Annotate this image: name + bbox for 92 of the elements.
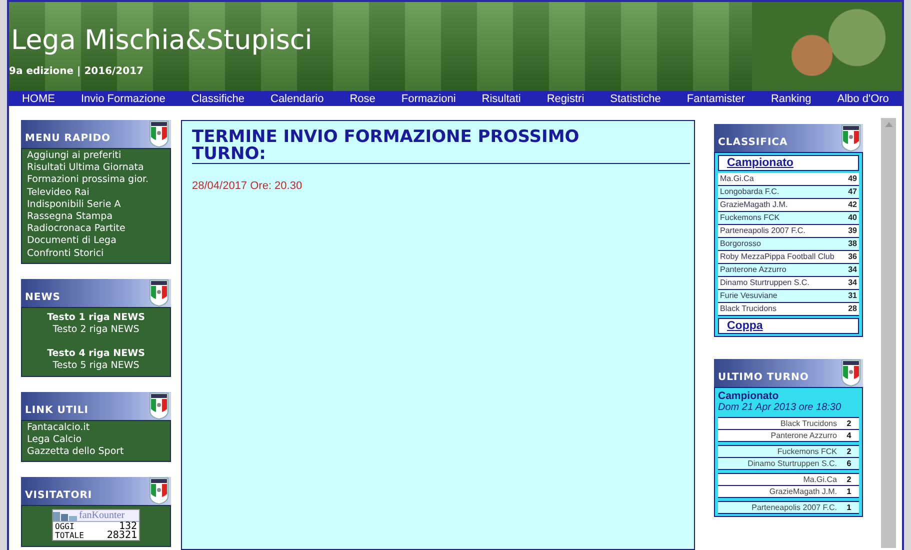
team-name: Panterone Azzurro — [720, 265, 786, 275]
standings-tab[interactable]: Campionato — [718, 155, 859, 171]
team-name: Borgorosso — [720, 239, 761, 249]
team-name: Panterone Azzurro — [770, 430, 837, 441]
team-points: 38 — [848, 239, 857, 249]
team-points: 28 — [848, 304, 857, 314]
team-points: 34 — [848, 265, 857, 275]
team-score: 2 — [846, 446, 852, 457]
team-points: 49 — [848, 174, 857, 184]
box-title: NEWS — [24, 292, 60, 305]
shield-icon — [149, 392, 169, 420]
menu-link[interactable]: Aggiungi ai preferiti — [27, 150, 165, 162]
box-title: MENU RAPIDO — [24, 133, 111, 146]
news-line: Testo 1 riga NEWS — [47, 312, 145, 324]
menu-link[interactable]: Risultati Ultima Giornata — [27, 162, 165, 174]
team-name: Dinamo Sturtruppen S.C. — [720, 278, 810, 288]
team-name: Dinamo Sturtruppen S.C. — [748, 458, 837, 469]
team-name: GrazieMagath J.M. — [769, 486, 837, 497]
deadline-text: 28/04/2017 Ore: 20.30 — [192, 180, 304, 192]
shield-icon — [841, 359, 861, 387]
menu-link[interactable]: Indisponibili Serie A — [27, 198, 165, 212]
menu-link[interactable]: Rassegna Stampa — [27, 211, 165, 224]
team-name: Ma.Gi.Ca — [720, 174, 754, 184]
buildings-icon — [53, 510, 77, 521]
team-name: Black Trucidons — [780, 418, 837, 429]
news-line: Testo 2 riga NEWS — [52, 324, 140, 336]
box-title: CLASSIFICA — [717, 137, 788, 150]
team-name: GrazieMagath J.M. — [720, 200, 788, 210]
counter-label: OGGI — [55, 522, 74, 532]
nav-link[interactable]: Fantamister — [686, 92, 745, 104]
nav-link[interactable]: Statistiche — [610, 92, 661, 104]
team-points: 42 — [848, 200, 857, 210]
site-title: Lega Mischia&Stupisci — [10, 24, 312, 58]
nav-link[interactable]: Calendario — [270, 92, 324, 104]
cup-tab[interactable]: Coppa — [718, 318, 859, 334]
team-score: 4 — [846, 430, 852, 441]
team-name: Black Trucidons — [720, 304, 776, 314]
team-points: 47 — [848, 187, 857, 197]
competition-name: Campionato — [718, 390, 780, 402]
team-score: 2 — [846, 474, 852, 485]
counter-value: 28321 — [106, 531, 137, 540]
up-arrow-icon[interactable] — [884, 122, 892, 127]
scrollbar[interactable] — [881, 118, 896, 548]
nav-link[interactable]: Ranking — [770, 92, 812, 104]
team-name: Fuckemons FCK — [720, 213, 780, 223]
menu-link[interactable]: Radiocronaca Partite — [27, 223, 165, 236]
shield-icon — [149, 278, 169, 307]
team-points: 36 — [848, 252, 857, 262]
team-points: 40 — [848, 213, 857, 223]
shield-icon — [149, 120, 169, 148]
shield-icon — [149, 477, 169, 506]
menu-link[interactable]: Formazioni prossima gior. — [27, 174, 165, 187]
team-score: 6 — [846, 458, 852, 469]
counter-value: 132 — [118, 522, 137, 532]
nav-link[interactable]: Invio Formazione — [80, 92, 166, 104]
nav-link[interactable]: Formazioni — [401, 92, 456, 104]
team-points: 31 — [848, 291, 857, 301]
menu-link[interactable]: Confronti Storici — [27, 248, 165, 260]
team-name: Parteneapolis 2007 F.C. — [752, 502, 837, 513]
nav-link[interactable]: Albo d'Oro — [837, 92, 889, 104]
team-name: Fuckemons FCK — [777, 446, 837, 457]
menu-link[interactable]: Documenti di Lega — [27, 235, 165, 248]
match-date: Dom 21 Apr 2013 ore 18:30 — [718, 402, 842, 413]
nav-link[interactable]: Registri — [546, 92, 584, 104]
external-link[interactable]: Gazzetta dello Sport — [27, 446, 165, 458]
team-score: 2 — [846, 418, 852, 429]
external-link[interactable]: Lega Calcio — [27, 434, 165, 446]
team-points: 34 — [848, 278, 857, 288]
menu-link[interactable]: Televideo Rai — [27, 186, 165, 199]
team-name: Ma.Gi.Ca — [803, 474, 837, 485]
nav-link[interactable]: Risultati — [482, 92, 521, 104]
site-subtitle: 9a edizione | 2016/2017 — [9, 66, 145, 77]
counter-brand: fanKounter — [79, 510, 125, 522]
news-line: Testo 4 riga NEWS — [47, 348, 145, 360]
deadline-heading: TERMINE INVIO FORMAZIONE PROSSIMO TURNO: — [192, 129, 690, 164]
nav-link[interactable]: Classifiche — [191, 92, 245, 104]
team-score: 1 — [846, 486, 852, 497]
box-title: LINK UTILI — [24, 404, 88, 418]
team-name: Furie Vesuviane — [720, 291, 778, 301]
nav-link[interactable]: Rose — [350, 92, 376, 104]
nav-link[interactable]: HOME — [22, 92, 55, 104]
team-points: 39 — [848, 226, 857, 236]
external-link[interactable]: Fantacalcio.it — [27, 422, 165, 434]
box-title: ULTIMO TURNO — [717, 372, 809, 385]
counter-label: TOTALE — [55, 531, 84, 540]
box-title: VISITATORI — [24, 490, 92, 504]
team-name: Longobarda F.C. — [720, 187, 780, 197]
team-name: Roby MezzaPippa Football Club — [720, 252, 834, 262]
news-line: Testo 5 riga NEWS — [52, 360, 140, 372]
team-score: 1 — [846, 502, 852, 513]
team-name: Parteneapolis 2007 F.C. — [720, 226, 806, 236]
shield-icon — [841, 124, 861, 152]
